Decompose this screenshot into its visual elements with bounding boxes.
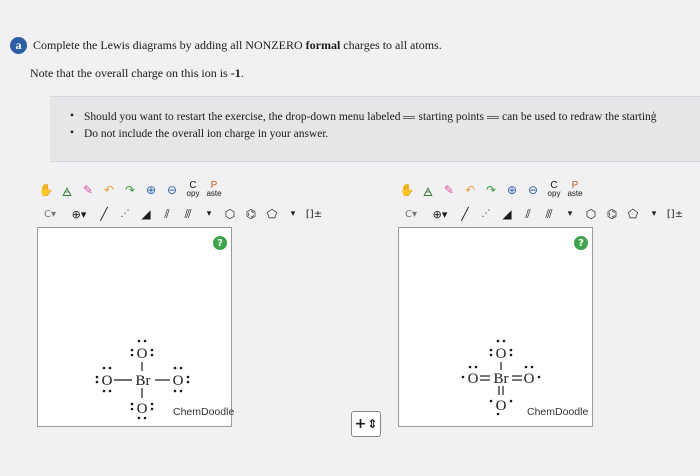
ring-dropdown-icon[interactable]: ▾ — [645, 205, 663, 223]
eraser-icon[interactable]: ✎ — [440, 181, 458, 199]
atom-o-bottom: O — [137, 401, 148, 417]
hand-icon[interactable]: ✋ — [398, 181, 416, 199]
copy-button[interactable]: Copy — [184, 181, 202, 199]
atom-o-right: O — [173, 373, 184, 389]
ring-dropdown-icon[interactable]: ▾ — [284, 205, 302, 223]
atom-o-left: O — [468, 371, 479, 387]
info-line-1: Should you want to restart the exercise,… — [70, 110, 700, 123]
bracket-tool[interactable]: []± — [305, 205, 323, 223]
toolbar-row-1: ✋ 🜁 ✎ ↶ ↷ ⊕ ⊖ Copy Paste — [398, 178, 584, 202]
atom-o-left: O — [102, 373, 113, 389]
eraser-icon[interactable]: ✎ — [79, 181, 97, 199]
ring-icon[interactable]: ⬡ — [221, 205, 239, 223]
atom-o-bottom: O — [496, 398, 507, 414]
toolbar-row-2: C ▾ ⊕ ▾ ╱ ⋰ ◢ ⫽ ⫻ ▾ ⬡ ⌬ ⬠ ▾ []± — [37, 204, 323, 224]
lewis-structure-2: O O Br O O — [461, 339, 541, 416]
atom-o-right: O — [524, 371, 535, 387]
charge-dropdown[interactable]: C ▾ — [37, 205, 63, 223]
dashed-bond-icon[interactable]: ⋰ — [477, 205, 495, 223]
atom-br: Br — [136, 373, 151, 389]
lasso-icon[interactable]: 🜁 — [58, 181, 76, 199]
charge-dropdown[interactable]: C ▾ — [398, 205, 424, 223]
paste-button[interactable]: Paste — [566, 181, 584, 199]
benzene-icon[interactable]: ⌬ — [242, 205, 260, 223]
toolbar-row-1: ✋ 🜁 ✎ ↶ ↷ ⊕ ⊖ Copy Paste — [37, 178, 223, 202]
chemdoodle-brand: ChemDoodle — [527, 406, 589, 418]
copy-button[interactable]: Copy — [545, 181, 563, 199]
drawing-canvas[interactable]: ? O O Br O O ChemDoodle — [37, 227, 235, 427]
redo-icon[interactable]: ↷ — [121, 181, 139, 199]
bond-dropdown-icon[interactable]: ▾ — [200, 205, 218, 223]
add-charge-dropdown[interactable]: ⊕ ▾ — [427, 205, 453, 223]
bond-dropdown-icon[interactable]: ▾ — [561, 205, 579, 223]
updown-arrows-icon: ⇕ — [367, 417, 378, 431]
zoom-out-icon[interactable]: ⊖ — [524, 181, 542, 199]
benzene-icon[interactable]: ⌬ — [603, 205, 621, 223]
single-bond-icon[interactable]: ╱ — [95, 205, 113, 223]
triple-bond-icon[interactable]: ⫻ — [179, 205, 197, 223]
dashed-bond-icon[interactable]: ⋰ — [116, 205, 134, 223]
plus-icon: + — [354, 416, 367, 432]
bracket-tool[interactable]: []± — [666, 205, 684, 223]
double-bond-icon[interactable]: ⫽ — [158, 205, 176, 223]
redo-icon[interactable]: ↷ — [482, 181, 500, 199]
add-charge-dropdown[interactable]: ⊕ ▾ — [66, 205, 92, 223]
zoom-in-icon[interactable]: ⊕ — [142, 181, 160, 199]
paste-button[interactable]: Paste — [205, 181, 223, 199]
triple-bond-icon[interactable]: ⫻ — [540, 205, 558, 223]
toolbar-row-2: C ▾ ⊕ ▾ ╱ ⋰ ◢ ⫽ ⫻ ▾ ⬡ ⌬ ⬠ ▾ []± — [398, 204, 684, 224]
info-box: Should you want to restart the exercise,… — [50, 96, 700, 162]
wedge-bond-icon[interactable]: ◢ — [498, 205, 516, 223]
question-instruction: Complete the Lewis diagrams by adding al… — [33, 38, 442, 52]
lasso-icon[interactable]: 🜁 — [419, 181, 437, 199]
zoom-out-icon[interactable]: ⊖ — [163, 181, 181, 199]
question-header: a Complete the Lewis diagrams by adding … — [10, 37, 442, 54]
zoom-toggle-button[interactable]: + ⇕ — [351, 411, 381, 437]
info-line-2: Do not include the overall ion charge in… — [70, 127, 700, 140]
double-bond-icon[interactable]: ⫽ — [519, 205, 537, 223]
chemdoodle-brand: ChemDoodle — [173, 406, 235, 418]
hand-icon[interactable]: ✋ — [37, 181, 55, 199]
pentagon-icon[interactable]: ⬠ — [263, 205, 281, 223]
undo-icon[interactable]: ↶ — [461, 181, 479, 199]
atom-o-top: O — [496, 346, 507, 362]
ring-icon[interactable]: ⬡ — [582, 205, 600, 223]
zoom-in-icon[interactable]: ⊕ — [503, 181, 521, 199]
lewis-structure-1: O O Br O O — [95, 339, 190, 420]
undo-icon[interactable]: ↶ — [100, 181, 118, 199]
atom-o-top: O — [137, 346, 148, 362]
wedge-bond-icon[interactable]: ◢ — [137, 205, 155, 223]
atom-br: Br — [494, 371, 509, 387]
question-badge: a — [10, 37, 27, 54]
charge-note: Note that the overall charge on this ion… — [30, 66, 244, 80]
single-bond-icon[interactable]: ╱ — [456, 205, 474, 223]
drawing-canvas[interactable]: ? O O Br O O ChemDoodle — [398, 227, 593, 427]
pentagon-icon[interactable]: ⬠ — [624, 205, 642, 223]
